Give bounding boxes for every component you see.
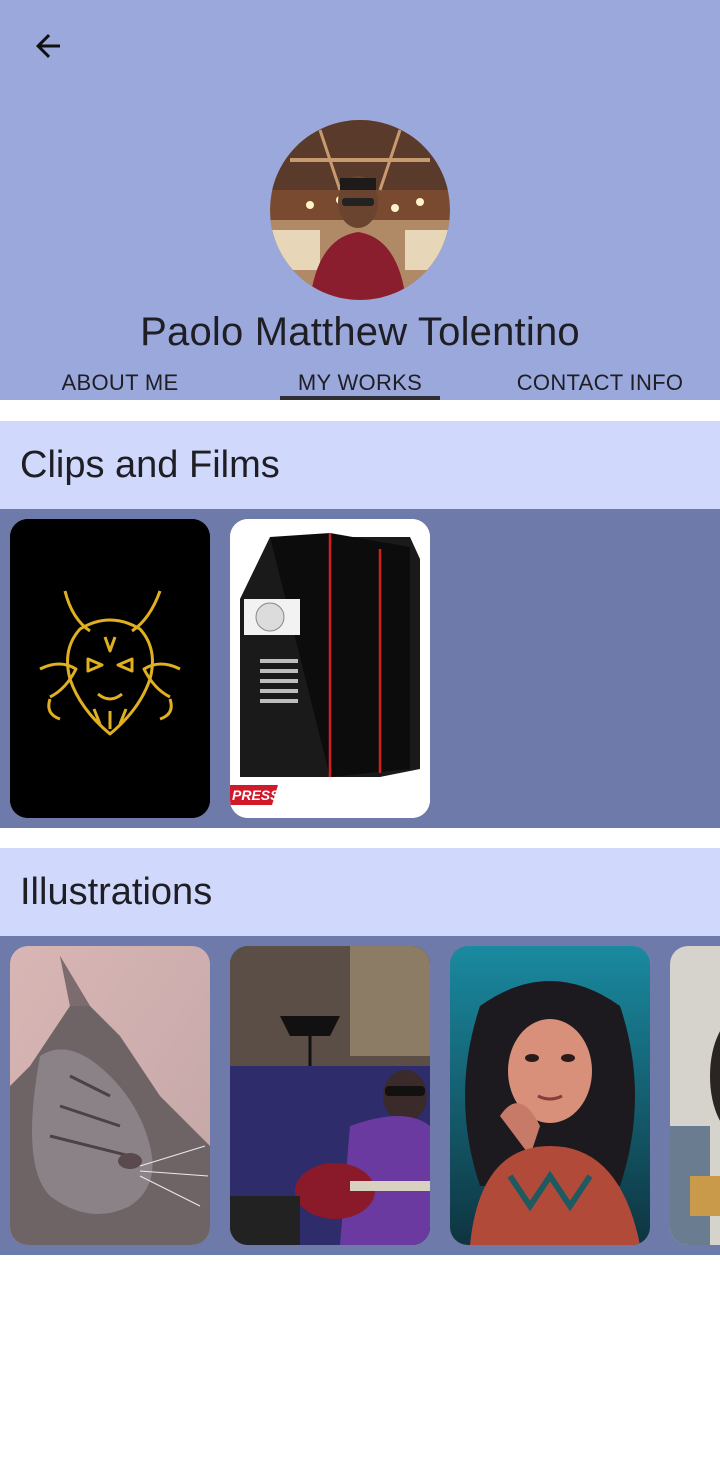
- clip-card-dragon[interactable]: [10, 519, 210, 818]
- tab-contact-info[interactable]: CONTACT INFO: [480, 362, 720, 400]
- illustration-card-partial[interactable]: [670, 946, 720, 1245]
- pc-case-thumbnail: [230, 519, 430, 818]
- illustration-card-woman[interactable]: [450, 946, 650, 1245]
- guitarist-thumbnail: [230, 946, 430, 1245]
- back-button[interactable]: [22, 22, 74, 70]
- dragon-logo-icon: [10, 519, 210, 818]
- woman-portrait-thumbnail: [450, 946, 650, 1245]
- section-title-clips: Clips and Films: [0, 421, 720, 509]
- illustration-card-guitarist[interactable]: [230, 946, 430, 1245]
- press-badge: PRESS: [232, 787, 280, 803]
- illustrations-strip[interactable]: [0, 936, 720, 1255]
- tab-bar: ABOUT ME MY WORKS CONTACT INFO: [0, 362, 720, 400]
- profile-header: Paolo Matthew Tolentino ABOUT ME MY WORK…: [0, 0, 720, 400]
- clips-strip[interactable]: PRESS: [0, 509, 720, 828]
- arrow-left-icon: [36, 34, 60, 58]
- partial-portrait-thumbnail: [670, 946, 720, 1245]
- tab-my-works[interactable]: MY WORKS: [240, 362, 480, 400]
- profile-name: Paolo Matthew Tolentino: [140, 310, 580, 354]
- tab-about-me[interactable]: ABOUT ME: [0, 362, 240, 400]
- clip-card-pc-case[interactable]: PRESS: [230, 519, 430, 818]
- cat-thumbnail: [10, 946, 210, 1245]
- section-title-illustrations: Illustrations: [0, 848, 720, 936]
- illustration-card-cat[interactable]: [10, 946, 210, 1245]
- avatar: [270, 120, 450, 300]
